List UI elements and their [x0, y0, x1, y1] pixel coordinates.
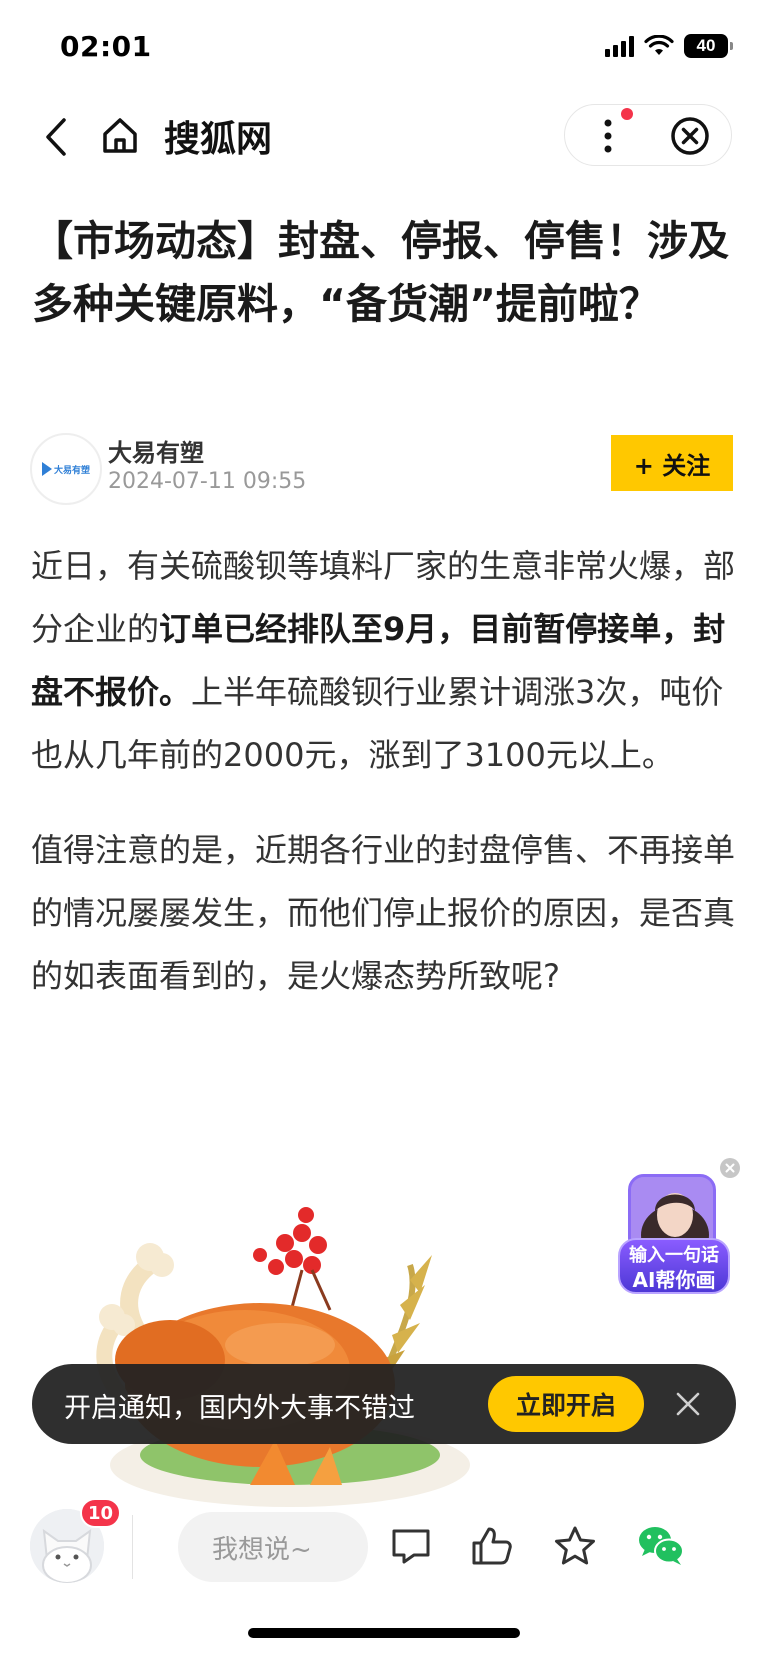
- notification-banner: 开启通知，国内外大事不错过 立即开启: [32, 1364, 736, 1444]
- status-icons: 40: [605, 34, 733, 58]
- chevron-left-icon: [46, 118, 66, 156]
- enable-notifications-button[interactable]: 立即开启: [488, 1376, 644, 1432]
- notification-text: 开启通知，国内外大事不错过: [64, 1393, 415, 1424]
- favorite-button[interactable]: [548, 1519, 602, 1573]
- wifi-icon: [644, 35, 674, 55]
- close-icon: [676, 1392, 700, 1416]
- ai-draw-label: 输入一句话 AI帮你画: [618, 1238, 730, 1294]
- paragraph-2: 值得注意的是，近期各行业的封盘停售、不再接单的情况屡屡发生，而他们停止报价的原因…: [31, 831, 736, 995]
- ai-draw-widget[interactable]: 输入一句话 AI帮你画: [618, 1174, 736, 1304]
- publish-date: 2024-07-11 09:55: [108, 469, 307, 494]
- logo-text: 大易有塑: [53, 465, 90, 476]
- article-title: 【市场动态】封盘、停报、停售！涉及多种关键原料，“备货潮”提前啦？: [32, 217, 729, 328]
- close-mini-app-button[interactable]: [667, 113, 713, 159]
- comment-button[interactable]: [384, 1519, 438, 1573]
- status-time: 02:01: [60, 30, 152, 63]
- notification-dot: [621, 108, 633, 120]
- ai-label-line2: AI帮你画: [632, 1268, 716, 1292]
- wechat-share-button[interactable]: [634, 1519, 688, 1573]
- author-name[interactable]: 大易有塑: [108, 433, 204, 468]
- message-count-badge: 10: [80, 1498, 122, 1528]
- wechat-icon: [639, 1527, 684, 1565]
- bottom-action-bar: 10 我想说~: [0, 1495, 768, 1595]
- mini-app-capsule: [564, 104, 732, 166]
- more-vertical-icon: [604, 119, 612, 153]
- battery-level: 40: [696, 36, 716, 55]
- cellular-signal-icon: [605, 35, 634, 57]
- nav-bar: 搜狐网: [0, 92, 768, 182]
- comment-icon: [392, 1529, 430, 1564]
- follow-button[interactable]: + 关注: [611, 435, 733, 491]
- comment-input[interactable]: 我想说~: [178, 1512, 368, 1582]
- close-icon: [725, 1163, 735, 1173]
- divider: [132, 1515, 133, 1579]
- ai-label-line1: 输入一句话: [629, 1245, 719, 1266]
- star-icon: [555, 1526, 595, 1565]
- home-button[interactable]: [98, 110, 142, 160]
- author-avatar[interactable]: 大易有塑: [30, 433, 102, 505]
- battery-icon: 40: [684, 34, 733, 58]
- home-icon: [103, 118, 137, 153]
- paragraph-1: 近日，有关硫酸钡等填料厂家的生意非常火爆，部分企业的订单已经排队至9月，目前暂停…: [31, 535, 736, 787]
- page-title: 搜狐网: [164, 119, 273, 160]
- article-image: [96, 1207, 470, 1507]
- like-button[interactable]: [465, 1519, 519, 1573]
- notification-close-button[interactable]: [666, 1382, 710, 1426]
- logo-arrow-icon: [41, 462, 52, 476]
- article-body: 近日，有关硫酸钡等填料厂家的生意非常火爆，部分企业的订单已经排队至9月，目前暂停…: [31, 535, 736, 1040]
- close-circle-icon: [671, 117, 709, 155]
- status-bar: 02:01 40: [0, 0, 768, 92]
- thumbs-up-icon: [472, 1527, 512, 1565]
- home-indicator: [248, 1628, 520, 1638]
- author-logo: 大易有塑: [41, 462, 90, 476]
- back-button[interactable]: [38, 112, 74, 162]
- author-row: 大易有塑 大易有塑 2024-07-11 09:55 + 关注: [0, 433, 768, 513]
